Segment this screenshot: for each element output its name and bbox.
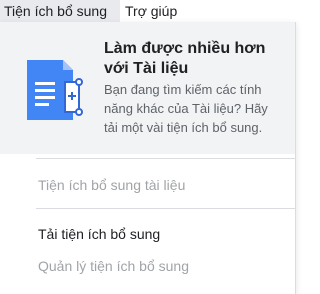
menu-addons[interactable]: Tiện ích bổ sung xyxy=(0,0,120,22)
menu-divider xyxy=(36,208,295,209)
menu-divider xyxy=(36,158,295,159)
promo-description: Bạn đang tìm kiếm các tính năng khác của… xyxy=(104,82,268,135)
addons-promo-card[interactable]: Làm được nhiều hơn với Tài liệu Bạn đang… xyxy=(0,22,295,154)
addons-dropdown-menu: Làm được nhiều hơn với Tài liệu Bạn đang… xyxy=(0,22,296,294)
menu-bar: Tiện ích bổ sung Trợ giúp xyxy=(0,0,296,22)
menu-item-get-addons[interactable]: Tải tiện ích bổ sung xyxy=(38,223,160,245)
menu-item-docs-addons: Tiện ích bổ sung tài liệu xyxy=(38,177,186,193)
menu-item-manage-addons: Quản lý tiện ích bổ sung xyxy=(38,258,189,274)
menu-help[interactable]: Trợ giúp xyxy=(121,0,181,22)
promo-title: Làm được nhiều hơn với Tài liệu xyxy=(104,40,266,77)
docs-addon-icon xyxy=(27,60,83,120)
